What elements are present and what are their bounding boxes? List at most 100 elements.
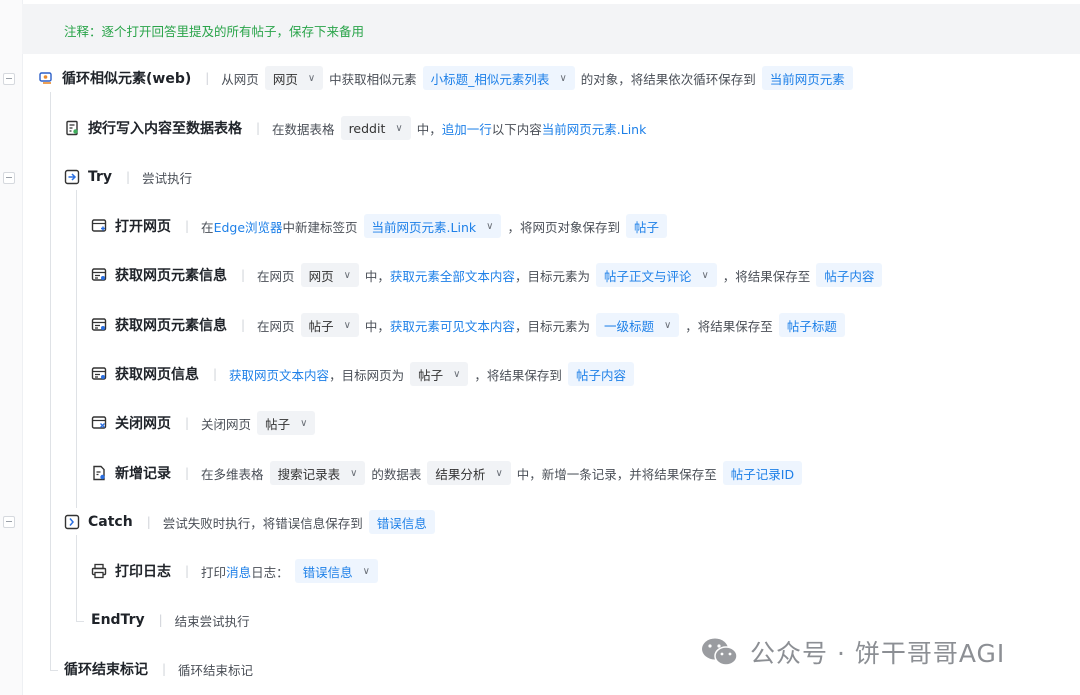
- step-text: 从网页: [221, 71, 259, 87]
- content-variable-link[interactable]: 当前网页元素.Link: [542, 119, 647, 138]
- select-value: 结果分析: [435, 466, 486, 482]
- collapse-catch-toggle[interactable]: [3, 516, 15, 528]
- select-value: 当前网页元素.Link: [371, 219, 477, 235]
- step-catch[interactable]: Catch | 尝试失败时执行，将错误信息保存到 错误信息: [64, 509, 441, 535]
- divider: |: [241, 318, 246, 332]
- try-icon: [64, 169, 80, 185]
- try-guide-line: [76, 190, 77, 508]
- table-select[interactable]: reddit ∨: [340, 116, 411, 140]
- select-value: 搜索记录表: [277, 466, 341, 482]
- output-variable[interactable]: 帖子内容: [567, 362, 634, 386]
- chevron-down-icon: ∨: [395, 122, 403, 134]
- select-value: 一级标题: [603, 318, 654, 334]
- step-end-try[interactable]: EndTry | 结束尝试执行: [91, 607, 250, 633]
- output-variable[interactable]: 帖子内容: [816, 263, 883, 287]
- step-title: 关闭网页: [115, 416, 171, 432]
- step-end-loop[interactable]: 循环结束标记 | 循环结束标记: [64, 656, 253, 682]
- select-value: reddit: [348, 120, 386, 136]
- step-text: 中，新增一条记录，并将结果保存至: [516, 466, 717, 482]
- chevron-down-icon: ∨: [300, 417, 308, 429]
- chevron-down-icon: ∨: [701, 269, 709, 281]
- step-add-record[interactable]: 新增记录 | 在多维表格 搜索记录表 ∨ 的数据表 结果分析 ∨ 中，新增一条记录，…: [91, 460, 808, 486]
- step-text: 关闭网页: [201, 416, 252, 432]
- operation-link[interactable]: 获取元素全部文本内容: [390, 266, 515, 285]
- watermark-text: 公众号 · 饼干哥哥AGI: [750, 639, 1006, 668]
- output-variable[interactable]: 当前网页元素: [761, 66, 853, 90]
- step-title: 获取网页元素信息: [115, 268, 227, 284]
- step-print-log[interactable]: 打印日志 | 打印 消息 日志： 错误信息 ∨: [91, 558, 384, 584]
- element-info-icon: [91, 267, 107, 283]
- editor-gutter: [0, 0, 23, 695]
- element-list-select[interactable]: 小标题_相似元素列表 ∨: [422, 66, 575, 90]
- divider: |: [213, 367, 218, 381]
- step-text: 在网页: [257, 268, 295, 284]
- chevron-down-icon: ∨: [663, 319, 672, 331]
- step-text: ，将结果保存至: [722, 268, 811, 284]
- divider: |: [185, 416, 190, 430]
- output-variable[interactable]: 帖子: [625, 214, 667, 238]
- comment-block[interactable]: 注释：逐个打开回答里提及的所有帖子，保存下来备用: [22, 4, 1080, 54]
- page-select[interactable]: 帖子 ∨: [410, 362, 469, 386]
- comment-text: 注释：逐个打开回答里提及的所有帖子，保存下来备用: [64, 24, 365, 39]
- select-value: 网页: [308, 268, 334, 284]
- chevron-down-icon: ∨: [486, 220, 494, 232]
- loop-guide-end: [50, 670, 58, 671]
- chevron-down-icon: ∨: [362, 565, 370, 577]
- step-text: ，目标元素为: [514, 268, 590, 284]
- output-variable[interactable]: 帖子标题: [778, 313, 845, 337]
- close-page-icon: [91, 415, 107, 431]
- step-text: 结束尝试执行: [174, 613, 250, 629]
- step-text: 日志：: [251, 564, 289, 580]
- chevron-down-icon: ∨: [350, 467, 358, 479]
- select-value: 错误信息: [302, 564, 353, 580]
- datasheet-select[interactable]: 结果分析 ∨: [427, 461, 511, 485]
- append-row-link[interactable]: 追加一行: [442, 119, 492, 138]
- select-value: 帖子: [265, 416, 291, 432]
- step-text: 在多维表格: [201, 466, 264, 482]
- open-page-icon: [91, 218, 107, 234]
- divider: |: [185, 564, 190, 578]
- step-text: 中获取相似元素: [329, 71, 417, 87]
- page-select[interactable]: 网页 ∨: [300, 263, 359, 287]
- page-info-icon: [91, 366, 107, 382]
- page-select[interactable]: 网页 ∨: [264, 66, 324, 90]
- step-text: 在网页: [257, 318, 295, 334]
- element-info-icon: [91, 317, 107, 333]
- step-try[interactable]: Try | 尝试执行: [64, 164, 192, 190]
- divider: |: [126, 170, 131, 184]
- chevron-down-icon: ∨: [495, 467, 503, 479]
- divider: |: [241, 268, 246, 282]
- log-level-link[interactable]: 消息: [226, 562, 251, 581]
- collapse-try-toggle[interactable]: [3, 172, 15, 184]
- step-text: 的对象，将结果依次循环保存到: [580, 71, 756, 87]
- page-select[interactable]: 帖子 ∨: [300, 313, 359, 337]
- step-text: 尝试失败时执行，将错误信息保存到: [162, 515, 363, 531]
- step-get-page-info[interactable]: 获取网页信息 | 获取网页文本内容 ，目标网页为 帖子 ∨ ，将结果保存到 帖子内…: [91, 361, 640, 387]
- url-select[interactable]: 当前网页元素.Link ∨: [363, 214, 502, 238]
- step-close-page[interactable]: 关闭网页 | 关闭网页 帖子 ∨: [91, 410, 321, 436]
- page-select[interactable]: 帖子 ∨: [257, 411, 316, 435]
- step-title: EndTry: [91, 612, 145, 628]
- output-variable[interactable]: 帖子记录ID: [722, 461, 803, 485]
- chevron-down-icon: ∨: [453, 368, 461, 380]
- collapse-loop-toggle[interactable]: [3, 73, 15, 85]
- step-loop-similar-elements[interactable]: 循环相似元素(web) | 从网页 网页 ∨ 中获取相似元素 小标题_相似元素列表…: [38, 65, 859, 91]
- step-text: 在: [201, 219, 214, 235]
- divider: |: [162, 662, 167, 676]
- step-get-element-info[interactable]: 获取网页元素信息 | 在网页 帖子 ∨ 中， 获取元素可见文本内容 ，目标元素为 …: [91, 312, 851, 338]
- multitable-select[interactable]: 搜索记录表 ∨: [269, 461, 366, 485]
- step-get-element-info[interactable]: 获取网页元素信息 | 在网页 网页 ∨ 中， 获取元素全部文本内容 ，目标元素为 …: [91, 262, 888, 288]
- message-select[interactable]: 错误信息 ∨: [294, 559, 378, 583]
- browser-link[interactable]: Edge浏览器: [214, 217, 283, 236]
- print-icon: [91, 563, 107, 579]
- operation-link[interactable]: 获取元素可见文本内容: [390, 316, 515, 335]
- catch-icon: [64, 514, 80, 530]
- step-write-table-row[interactable]: 按行写入内容至数据表格 | 在数据表格 reddit ∨ 中， 追加一行 以下内容…: [64, 115, 646, 141]
- operation-link[interactable]: 获取网页文本内容: [229, 365, 329, 384]
- output-variable[interactable]: 错误信息: [368, 510, 435, 534]
- step-open-page[interactable]: 打开网页 | 在 Edge浏览器 中新建标签页 当前网页元素.Link ∨ ，将网…: [91, 213, 673, 239]
- catch-guide-line: [76, 535, 77, 621]
- target-element-select[interactable]: 帖子正文与评论 ∨: [595, 263, 717, 287]
- target-element-select[interactable]: 一级标题 ∨: [595, 313, 680, 337]
- chevron-down-icon: ∨: [343, 319, 351, 331]
